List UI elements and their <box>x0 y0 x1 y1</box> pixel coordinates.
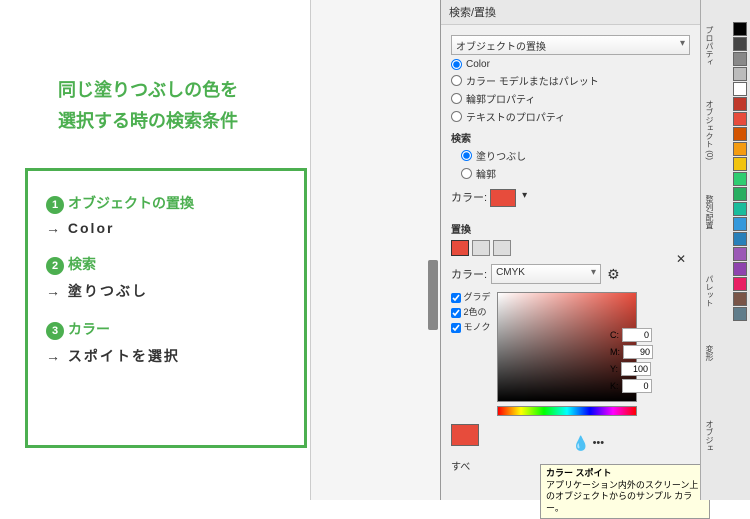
color-swatch[interactable] <box>733 277 747 291</box>
color-swatch[interactable] <box>733 97 747 111</box>
check-two-color[interactable] <box>451 308 461 318</box>
action-dropdown[interactable]: オブジェクトの置換 <box>451 35 690 55</box>
scrollbar-thumb[interactable] <box>428 260 438 330</box>
radio-color[interactable] <box>451 59 462 70</box>
color-swatch[interactable] <box>733 172 747 186</box>
cmyk-k-input[interactable] <box>622 379 652 393</box>
eyedropper-icon[interactable]: 💧 <box>572 435 589 452</box>
cmyk-y-input[interactable] <box>621 362 651 376</box>
radio-text-prop[interactable] <box>451 111 462 122</box>
replace-mode-icons <box>451 240 690 256</box>
result-color-swatch <box>451 424 479 446</box>
color-swatch[interactable] <box>733 292 747 306</box>
legend-item: 2検索 → 塗りつぶし <box>46 254 286 301</box>
color-swatch[interactable] <box>733 232 747 246</box>
cmyk-c-input[interactable] <box>622 328 652 342</box>
more-icon[interactable]: ••• <box>593 437 605 449</box>
color-swatch[interactable] <box>733 142 747 156</box>
canvas-background <box>310 0 440 500</box>
check-gradient[interactable] <box>451 293 461 303</box>
color-label: カラー: <box>451 192 487 204</box>
radio-outline-prop[interactable] <box>451 93 462 104</box>
hue-slider[interactable] <box>497 406 637 416</box>
color-swatch[interactable] <box>733 112 747 126</box>
dock-objects2[interactable]: オブジェ <box>704 420 715 452</box>
color-swatch[interactable] <box>733 157 747 171</box>
legend-box: 1オブジェクトの置換 → Color 2検索 → 塗りつぶし 3カラー → スポ… <box>25 168 307 448</box>
panel-title: 検索/置換 <box>441 0 700 25</box>
color-swatch[interactable] <box>733 67 747 81</box>
radio-outline[interactable] <box>461 168 472 179</box>
close-icon[interactable]: ✕ <box>676 252 686 266</box>
color-swatch[interactable] <box>733 187 747 201</box>
eyedropper-tooltip: カラー スポイト アプリケーション内外のスクリーン上のオブジェクトからのサンプル… <box>540 464 710 519</box>
color-swatch[interactable] <box>733 22 747 36</box>
cmyk-inputs: C: M: Y: K: <box>610 325 653 396</box>
dock-objects[interactable]: オブジェクト (0) <box>704 100 715 160</box>
dock-transform[interactable]: 変形 <box>704 345 715 361</box>
legend-item: 3カラー → スポイトを選択 <box>46 319 286 366</box>
radio-fill[interactable] <box>461 150 472 161</box>
dock-properties[interactable]: プロパティ <box>704 26 715 66</box>
color-swatch[interactable] <box>733 52 747 66</box>
radio-model[interactable] <box>451 75 462 86</box>
gear-icon[interactable]: ⚙ <box>607 266 620 283</box>
cmyk-m-input[interactable] <box>623 345 653 359</box>
dock-align[interactable]: 整列/配置 <box>704 195 715 229</box>
color-swatch[interactable] <box>733 307 747 321</box>
instruction-title: 同じ塗りつぶしの色を 選択する時の検索条件 <box>58 75 238 136</box>
color-swatch[interactable] <box>733 262 747 276</box>
legend-item: 1オブジェクトの置換 → Color <box>46 193 286 236</box>
color-swatch[interactable] <box>733 217 747 231</box>
search-label: 検索 <box>451 130 690 145</box>
color-swatch[interactable] <box>733 127 747 141</box>
color-swatch[interactable] <box>733 37 747 51</box>
search-color-swatch[interactable] <box>490 189 516 207</box>
dock-palette[interactable]: パレット <box>704 275 715 307</box>
color-label: カラー: <box>451 266 487 282</box>
step-badge: 3 <box>46 322 64 340</box>
color-swatch[interactable] <box>733 82 747 96</box>
step-badge: 2 <box>46 257 64 275</box>
mode-gradient-icon[interactable] <box>472 240 490 256</box>
color-model-dropdown[interactable]: CMYK <box>491 264 601 284</box>
mode-solid-icon[interactable] <box>451 240 469 256</box>
find-replace-panel: 検索/置換 オブジェクトの置換 Color カラー モデルまたはパレット 輪郭プ… <box>440 0 700 500</box>
color-swatch[interactable] <box>733 202 747 216</box>
color-swatch[interactable] <box>733 247 747 261</box>
step-badge: 1 <box>46 196 64 214</box>
check-mono[interactable] <box>451 323 461 333</box>
mode-pattern-icon[interactable] <box>493 240 511 256</box>
replace-label: 置換 <box>451 221 690 236</box>
